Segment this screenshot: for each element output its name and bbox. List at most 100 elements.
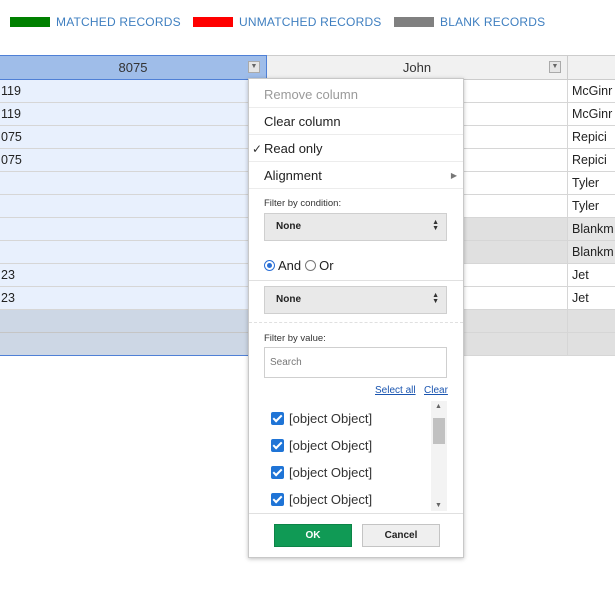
menu-item-label: Remove column	[264, 87, 358, 102]
menu-item-label: Alignment	[264, 168, 322, 183]
table-cell[interactable]	[464, 264, 568, 287]
value-list: [object Object] [object Object] [object …	[264, 401, 447, 511]
column-dropdown-icon[interactable]: ▼	[549, 61, 561, 73]
table-cell[interactable]: Jet	[568, 287, 615, 310]
filter-by-condition-label: Filter by condition:	[264, 198, 342, 209]
checkbox[interactable]	[271, 438, 284, 452]
table-cell[interactable]: Tyler	[568, 195, 615, 218]
table-cell[interactable]	[0, 333, 249, 356]
selection-border	[0, 355, 249, 356]
column-header-2[interactable]: John ▼	[267, 55, 568, 80]
table-cell[interactable]	[464, 195, 568, 218]
ok-button[interactable]: OK	[274, 524, 352, 547]
value-label: [object Object]	[289, 491, 373, 507]
condition-select-1-value: None	[276, 221, 301, 232]
radio-and[interactable]	[264, 259, 275, 271]
value-label: [object Object]	[289, 464, 373, 480]
radio-or-label: Or	[319, 257, 334, 273]
value-list-item[interactable]: [object Object]	[271, 489, 372, 509]
legend-blank: BLANK RECORDS	[394, 15, 545, 29]
menu-item-clear-column[interactable]: Clear column	[249, 109, 463, 135]
value-list-item[interactable]: [object Object]	[271, 408, 372, 428]
divider	[249, 322, 463, 323]
table-cell[interactable]	[0, 310, 249, 333]
table-cell[interactable]: Tyler	[568, 172, 615, 195]
table-cell[interactable]	[464, 149, 568, 172]
table-cell[interactable]: Repici	[568, 149, 615, 172]
table-cell[interactable]	[464, 126, 568, 149]
column-dropdown-icon[interactable]: ▼	[248, 61, 260, 73]
checkbox[interactable]	[271, 492, 284, 506]
table-cell[interactable]: Jet	[568, 264, 615, 287]
table-cell[interactable]	[464, 241, 568, 264]
matched-swatch	[10, 17, 50, 27]
table-cell[interactable]: Blankm	[568, 218, 615, 241]
table-cell[interactable]	[464, 172, 568, 195]
table-cell[interactable]	[464, 218, 568, 241]
legend-unmatched: UNMATCHED RECORDS	[193, 15, 382, 29]
menu-item-read-only[interactable]: ✓ Read only	[249, 136, 463, 162]
legend-label-matched: MATCHED RECORDS	[56, 15, 181, 29]
table-cell[interactable]: 119	[0, 80, 249, 103]
divider	[249, 513, 463, 514]
blank-swatch	[394, 17, 434, 27]
table-cell[interactable]	[568, 333, 615, 356]
scroll-up-icon[interactable]: ▲	[435, 403, 442, 410]
condition-select-2[interactable]: None ▲ ▼	[264, 286, 447, 314]
column-dropdown-menu: Remove column Clear column ✓ Read only A…	[248, 78, 464, 558]
table-cell[interactable]	[464, 333, 568, 356]
divider	[249, 280, 463, 281]
scroll-thumb[interactable]	[433, 418, 445, 444]
value-list-item[interactable]: [object Object]	[271, 435, 372, 455]
table-cell[interactable]	[0, 195, 249, 218]
unmatched-swatch	[193, 17, 233, 27]
operator-radio-group: And Or	[264, 255, 338, 275]
checkmark-icon: ✓	[252, 142, 263, 156]
legend-label-unmatched: UNMATCHED RECORDS	[239, 15, 382, 29]
table-cell[interactable]	[464, 80, 568, 103]
menu-item-label: Clear column	[264, 114, 341, 129]
select-arrows-icon: ▲ ▼	[432, 219, 439, 232]
column-header-2-label: John	[402, 60, 432, 75]
table-cell[interactable]: McGinr	[568, 103, 615, 126]
value-list-item[interactable]: [object Object]	[271, 462, 372, 482]
condition-select-1[interactable]: None ▲ ▼	[264, 213, 447, 241]
table-cell[interactable]	[0, 218, 249, 241]
table-cell[interactable]: 075	[0, 126, 249, 149]
scroll-down-icon[interactable]: ▼	[435, 502, 442, 509]
submenu-arrow-icon: ▶	[450, 171, 457, 180]
table-cell[interactable]: Repici	[568, 126, 615, 149]
table-cell[interactable]: 23	[0, 287, 249, 310]
column-header-1-label: 8075	[118, 60, 148, 75]
column-header-1[interactable]: 8075 ▼	[0, 55, 267, 80]
table-cell[interactable]	[0, 241, 249, 264]
checkbox[interactable]	[271, 465, 284, 479]
table-cell[interactable]: Blankm	[568, 241, 615, 264]
filter-by-value-label: Filter by value:	[264, 333, 326, 344]
select-all-link[interactable]: Select all	[375, 385, 416, 396]
table-cell[interactable]: 075	[0, 149, 249, 172]
value-list-scrollbar[interactable]: ▲ ▼	[431, 401, 447, 511]
radio-or[interactable]	[305, 259, 317, 271]
search-input[interactable]: Search	[264, 347, 447, 378]
menu-item-alignment[interactable]: Alignment ▶	[249, 163, 463, 189]
table-cell[interactable]: 119	[0, 103, 249, 126]
table-cell[interactable]	[464, 103, 568, 126]
table-cell[interactable]: 23	[0, 264, 249, 287]
column-header-3[interactable]	[568, 55, 615, 80]
value-label: [object Object]	[289, 410, 373, 426]
search-placeholder: Search	[270, 357, 302, 368]
table-cell[interactable]	[0, 172, 249, 195]
table-cell[interactable]	[464, 310, 568, 333]
table-cell[interactable]	[464, 287, 568, 310]
menu-item-label: Read only	[264, 141, 323, 156]
radio-and-label: And	[278, 257, 302, 273]
clear-link[interactable]: Clear	[424, 385, 448, 396]
legend-matched: MATCHED RECORDS	[10, 15, 181, 29]
select-arrows-icon: ▲ ▼	[432, 292, 439, 305]
table-cell[interactable]: McGinr	[568, 80, 615, 103]
cancel-button[interactable]: Cancel	[362, 524, 440, 547]
table-cell[interactable]	[568, 310, 615, 333]
menu-item-remove-column[interactable]: Remove column	[249, 82, 463, 108]
checkbox[interactable]	[271, 411, 284, 425]
